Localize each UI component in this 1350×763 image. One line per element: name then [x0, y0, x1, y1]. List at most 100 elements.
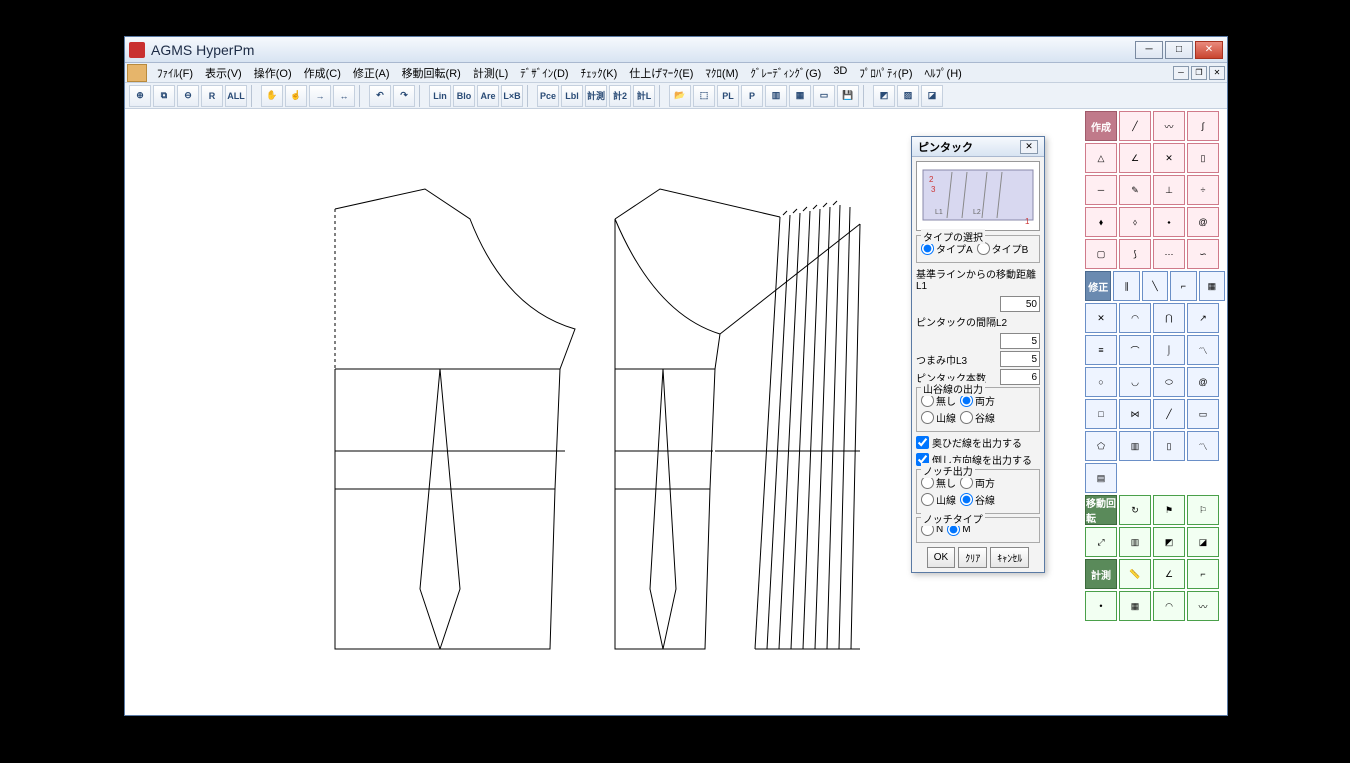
- mdi-close[interactable]: ✕: [1209, 66, 1225, 80]
- palette-h-lines[interactable]: ≡: [1085, 335, 1117, 365]
- palette-fold-2[interactable]: ◪: [1187, 527, 1219, 557]
- palette-mesh[interactable]: ▦: [1199, 271, 1225, 301]
- menu-item-5[interactable]: 移動回転(R): [396, 63, 467, 83]
- palette-divide[interactable]: ÷: [1187, 175, 1219, 205]
- palette-pencil[interactable]: ✎: [1119, 175, 1151, 205]
- toolbar-計測[interactable]: 計測: [585, 85, 607, 107]
- input-count[interactable]: [1000, 369, 1040, 385]
- palette-angle[interactable]: ∠: [1119, 143, 1151, 173]
- palette-rect-2[interactable]: ▭: [1187, 399, 1219, 429]
- toolbar-hand[interactable]: ✋: [261, 85, 283, 107]
- palette-spiral-sm[interactable]: @: [1187, 207, 1219, 237]
- palette-bars-2[interactable]: ▥: [1119, 527, 1151, 557]
- palette-fold[interactable]: ◩: [1153, 527, 1185, 557]
- palette-flag[interactable]: ⚑: [1153, 495, 1185, 525]
- radio-notch-yama[interactable]: 山線: [921, 492, 956, 507]
- menu-item-11[interactable]: ｸﾞﾚｰﾃﾞｨﾝｸﾞ(G): [744, 63, 827, 83]
- mdi-minimize[interactable]: ─: [1173, 66, 1189, 80]
- toolbar-Piece-Label[interactable]: PL: [717, 85, 739, 107]
- toolbar-計Label[interactable]: 計L: [633, 85, 655, 107]
- radio-out-tani[interactable]: 谷線: [960, 410, 995, 425]
- menu-item-13[interactable]: ﾌﾟﾛﾊﾟﾃｨ(P): [853, 63, 918, 83]
- menu-item-2[interactable]: 操作(O): [248, 63, 298, 83]
- toolbar-tool-a[interactable]: ◩: [873, 85, 895, 107]
- toolbar-grid[interactable]: ▦: [789, 85, 811, 107]
- palette-panel[interactable]: ▯: [1187, 143, 1219, 173]
- menu-item-0[interactable]: ﾌｧｲﾙ(F): [151, 63, 199, 83]
- menu-item-12[interactable]: 3D: [827, 63, 853, 83]
- palette-curve-j[interactable]: ⌡: [1153, 335, 1185, 365]
- toolbar-save[interactable]: 💾: [837, 85, 859, 107]
- toolbar-arrow-cross[interactable]: ↔: [333, 85, 355, 107]
- palette-spiral[interactable]: @: [1187, 367, 1219, 397]
- close-button[interactable]: ✕: [1195, 41, 1223, 59]
- palette-diag-2[interactable]: ╱: [1153, 399, 1185, 429]
- palette-bottle-3[interactable]: ⬩: [1153, 207, 1185, 237]
- palette-rect[interactable]: ▢: [1085, 239, 1117, 269]
- palette-arc-m[interactable]: ◠: [1153, 591, 1185, 621]
- palette-trap[interactable]: ⬠: [1085, 431, 1117, 461]
- input-l3[interactable]: [1000, 351, 1040, 367]
- palette-lines-v[interactable]: ∥: [1113, 271, 1139, 301]
- toolbar-P[interactable]: P: [741, 85, 763, 107]
- palette-bottle-2[interactable]: ⬨: [1119, 207, 1151, 237]
- palette-arc-up[interactable]: ◠: [1119, 303, 1151, 333]
- palette-arrow[interactable]: ↗: [1187, 303, 1219, 333]
- palette-circle[interactable]: ○: [1085, 367, 1117, 397]
- menu-item-6[interactable]: 計測(L): [467, 63, 514, 83]
- palette-perp[interactable]: ⊥: [1153, 175, 1185, 205]
- palette-flag-2[interactable]: ⚐: [1187, 495, 1219, 525]
- palette-diag[interactable]: ╲: [1142, 271, 1168, 301]
- toolbar-Piece[interactable]: Pce: [537, 85, 559, 107]
- palette-cross[interactable]: ✕: [1153, 143, 1185, 173]
- menu-item-1[interactable]: 表示(V): [199, 63, 248, 83]
- palette-zigzag-2[interactable]: 〽: [1187, 431, 1219, 461]
- palette-cross-x[interactable]: ✕: [1085, 303, 1117, 333]
- toolbar-R[interactable]: R: [201, 85, 223, 107]
- palette-bars[interactable]: ▥: [1119, 431, 1151, 461]
- input-l1[interactable]: [1000, 296, 1040, 312]
- palette-line[interactable]: ─: [1085, 175, 1117, 205]
- toolbar-redo[interactable]: ↷: [393, 85, 415, 107]
- palette-grid-m[interactable]: ▦: [1119, 591, 1151, 621]
- palette-dots[interactable]: ⋯: [1153, 239, 1185, 269]
- toolbar-tool-c[interactable]: ◪: [921, 85, 943, 107]
- cancel-button[interactable]: ｷｬﾝｾﾙ: [990, 547, 1029, 568]
- menu-item-8[interactable]: ﾁｪｯｸ(K): [575, 63, 624, 83]
- palette-bottle-1[interactable]: ⬧: [1085, 207, 1117, 237]
- menu-item-7[interactable]: ﾃﾞｻﾞｲﾝ(D): [514, 63, 574, 83]
- menu-item-3[interactable]: 作成(C): [298, 63, 347, 83]
- toolbar-zoom-out[interactable]: ⊖: [177, 85, 199, 107]
- input-l2[interactable]: [1000, 333, 1040, 349]
- palette-arc[interactable]: ◡: [1119, 367, 1151, 397]
- radio-notch-tani[interactable]: 谷線: [960, 492, 995, 507]
- toolbar-ALL[interactable]: ALL: [225, 85, 247, 107]
- palette-book[interactable]: ▤: [1085, 463, 1117, 493]
- palette-corner[interactable]: ⌐: [1170, 271, 1196, 301]
- menu-item-9[interactable]: 仕上げﾏｰｸ(E): [623, 63, 699, 83]
- palette-skirt[interactable]: △: [1085, 143, 1117, 173]
- palette-corner-m[interactable]: ⌐: [1187, 559, 1219, 589]
- toolbar-Area[interactable]: Are: [477, 85, 499, 107]
- toolbar-pattern[interactable]: ⬚: [693, 85, 715, 107]
- toolbar-rect[interactable]: ▭: [813, 85, 835, 107]
- toolbar-Label[interactable]: Lbl: [561, 85, 583, 107]
- palette-line-diag[interactable]: ╱: [1119, 111, 1151, 141]
- toolbar-columns[interactable]: ▥: [765, 85, 787, 107]
- check-fold-line[interactable]: 奥ひだ線を出力する: [916, 435, 1040, 450]
- menu-app-icon[interactable]: [127, 64, 147, 82]
- palette-rotate[interactable]: ↻: [1119, 495, 1151, 525]
- mdi-restore[interactable]: ❐: [1191, 66, 1207, 80]
- toolbar-Line[interactable]: Lin: [429, 85, 451, 107]
- palette-s-curve[interactable]: ∽: [1187, 239, 1219, 269]
- palette-curve-2[interactable]: ⟆: [1119, 239, 1151, 269]
- palette-scale[interactable]: ⤢: [1085, 527, 1117, 557]
- palette-square[interactable]: □: [1085, 399, 1117, 429]
- menu-item-14[interactable]: ﾍﾙﾌﾟ(H): [919, 63, 968, 83]
- palette-curve-d[interactable]: ⌒: [1119, 335, 1151, 365]
- minimize-button[interactable]: ─: [1135, 41, 1163, 59]
- palette-join[interactable]: ⋈: [1119, 399, 1151, 429]
- palette-ruler[interactable]: 📏: [1119, 559, 1151, 589]
- palette-point-m[interactable]: •: [1085, 591, 1117, 621]
- palette-angle-m[interactable]: ∠: [1153, 559, 1185, 589]
